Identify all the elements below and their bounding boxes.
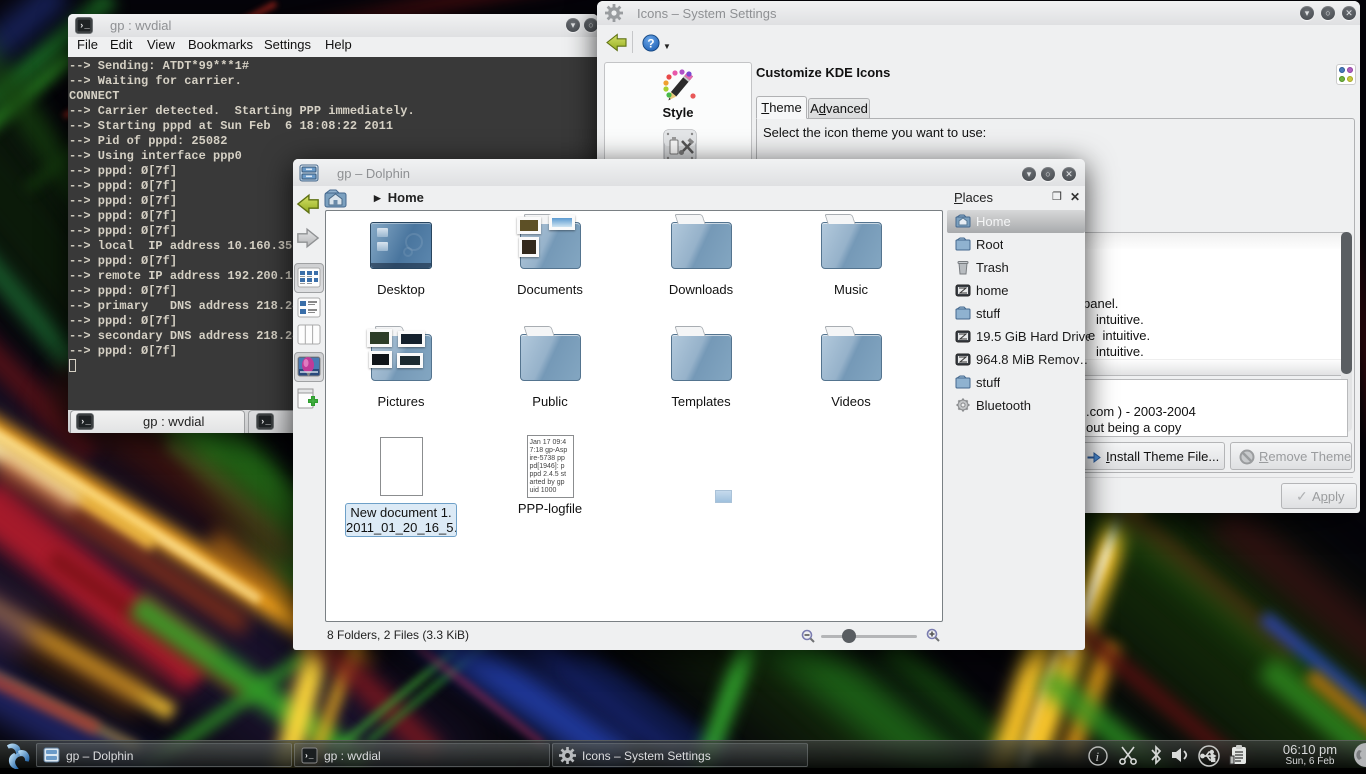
svg-text:›_: ›_: [260, 417, 271, 427]
svg-text:›_: ›_: [79, 21, 90, 31]
svg-text:›_: ›_: [304, 752, 314, 761]
svg-text:i: i: [1096, 749, 1100, 764]
svg-text:›_: ›_: [80, 417, 91, 427]
svg-text:?: ?: [647, 38, 654, 51]
